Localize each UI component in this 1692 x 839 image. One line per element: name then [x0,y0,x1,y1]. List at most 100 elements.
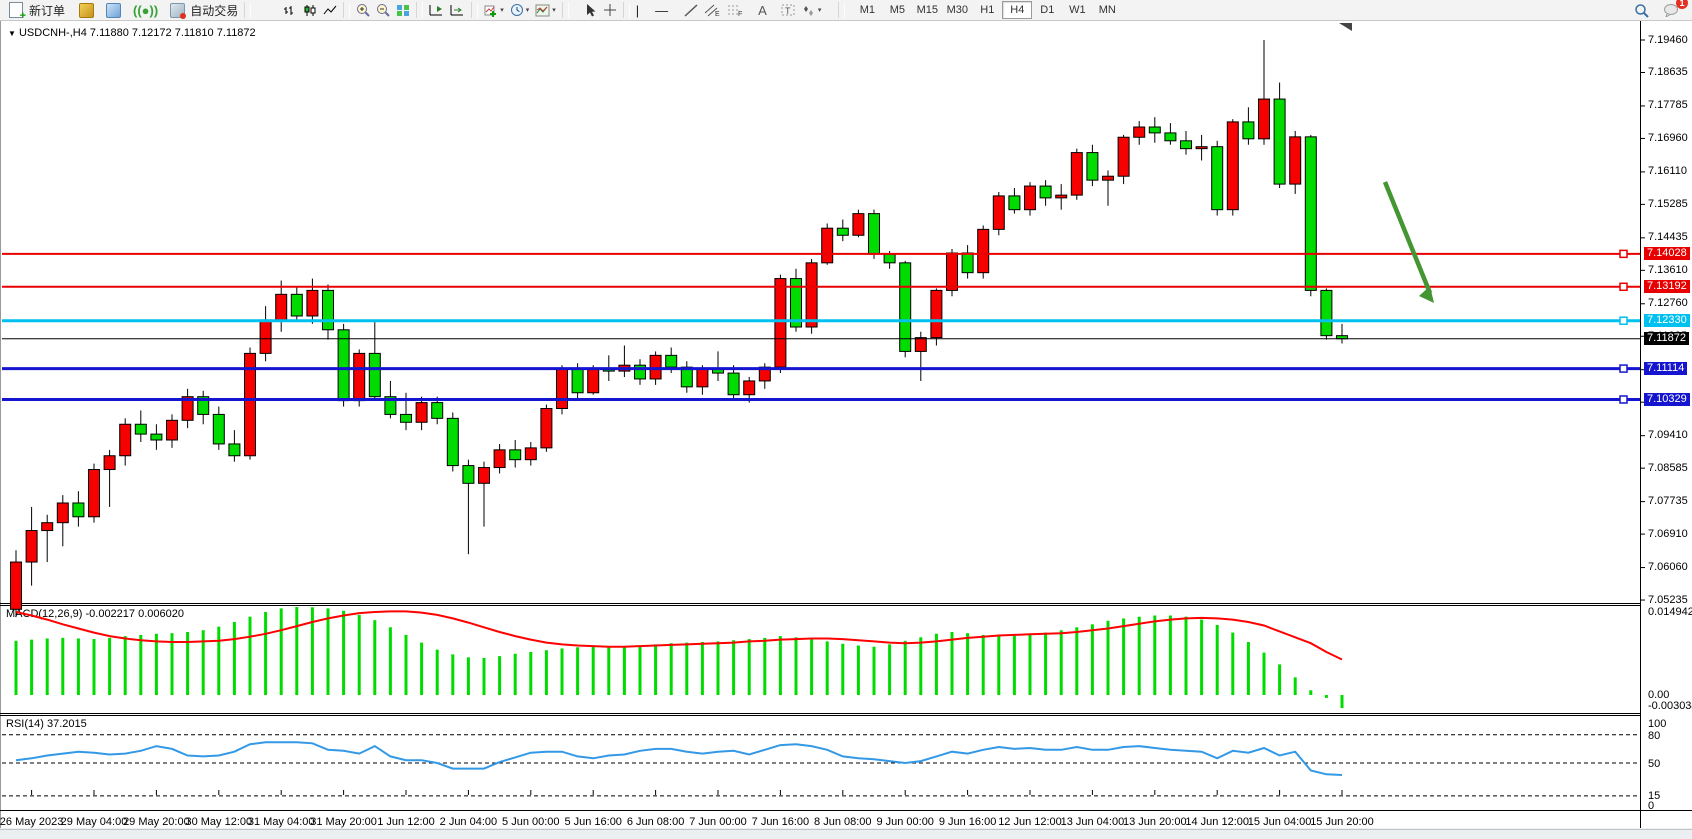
candle-body [401,414,412,422]
price-level-badge[interactable]: 7.12330 [1644,314,1690,327]
price-level-badge[interactable]: 7.11114 [1644,362,1687,375]
gold-logo-button[interactable] [76,1,97,19]
time-axis-label: 7 Jun 00:00 [689,816,747,828]
macd-histogram-bar [1153,615,1156,695]
zoom-in-button[interactable] [353,1,373,19]
candle-body [915,338,926,352]
level-drag-marker[interactable] [1620,250,1627,257]
timeframe-button-m5[interactable]: M5 [882,1,912,19]
chart-shift-marker[interactable] [1339,23,1352,31]
templates-icon [535,4,550,17]
zoom-out-icon [376,3,390,17]
price-axis-tick: 7.09410 [1648,429,1688,441]
macd-histogram-bar [561,648,564,695]
candle-body [869,214,880,255]
autotrading-button[interactable]: 自动交易 [167,1,241,19]
chart-shift-button[interactable] [447,1,468,19]
new-order-button[interactable]: + 新订单 [6,1,68,19]
timeframe-button-m15[interactable]: M15 [912,1,942,19]
candle-body [1118,137,1129,176]
signals-button[interactable]: ((●)) [130,1,161,19]
timeframe-button-d1[interactable]: D1 [1032,1,1062,19]
macd-histogram-bar [1341,695,1344,708]
notifications-button[interactable]: 1 [1660,1,1682,19]
time-axis-label: 26 May 2023 [0,816,63,828]
candle-body [1243,122,1254,139]
autotrading-icon [170,3,185,18]
shapes-icon [802,4,816,17]
timeframe-button-w1[interactable]: W1 [1062,1,1092,19]
time-axis-label: 9 Jun 16:00 [939,816,997,828]
signals-icon: ((●)) [133,4,158,17]
macd-histogram-bar [1309,690,1312,695]
price-axis-tick: 7.12760 [1648,297,1688,309]
candle-body [931,290,942,337]
level-drag-marker[interactable] [1620,365,1627,372]
candlestick-mode-button[interactable] [300,1,320,19]
candle-body [728,373,739,395]
text-tool-button[interactable]: A [755,1,770,19]
time-axis-label: 7 Jun 16:00 [752,816,810,828]
level-drag-marker[interactable] [1620,396,1627,403]
terminal-button[interactable] [103,1,124,19]
fibonacci-tool-button[interactable]: F [724,1,747,19]
macd-histogram-bar [15,641,18,695]
price-level-badge[interactable]: 7.10329 [1644,393,1690,406]
vertical-line-tool-button[interactable]: | [633,1,642,19]
crosshair-tool-button[interactable] [600,1,620,19]
price-level-badge[interactable]: 7.11872 [1644,332,1689,345]
macd-histogram-bar [1169,615,1172,695]
candle-body [666,355,677,367]
cursor-tool-button[interactable] [582,1,600,19]
timeframe-button-m1[interactable]: M1 [852,1,882,19]
indicators-button[interactable]: ▾ [481,1,507,19]
shapes-tool-button[interactable]: ▾ [799,1,825,19]
macd-histogram-bar [217,627,220,695]
timeframe-button-m30[interactable]: M30 [942,1,972,19]
chart-window: ▼ USDCNH-,H4 7.11880 7.12172 7.11810 7.1… [0,21,1692,828]
candle-body [697,369,708,387]
price-axis-tick: 7.13610 [1648,264,1688,276]
auto-scroll-button[interactable] [426,1,447,19]
text-icon: A [758,4,767,17]
trendline-tool-button[interactable] [681,1,701,19]
periods-button[interactable]: ▾ [507,1,533,19]
price-level-badge[interactable]: 7.14028 [1644,247,1690,260]
candle-body [1274,99,1285,184]
price-axis-tick: 7.16960 [1648,132,1688,144]
price-axis-tick: 7.18635 [1648,66,1688,78]
candle-body [89,470,100,517]
candle-body [354,353,365,400]
level-drag-marker[interactable] [1620,317,1627,324]
zoom-out-button[interactable] [373,1,393,19]
candle-body [11,562,22,609]
text-label-icon: T [781,3,796,17]
candle-body [416,403,427,423]
templates-button[interactable]: ▾ [532,1,559,19]
horizontal-line-tool-button[interactable]: — [652,1,671,19]
macd-histogram-bar [46,638,49,695]
channel-tool-button[interactable]: E [701,1,724,19]
price-level-badge[interactable]: 7.13192 [1644,280,1690,293]
macd-histogram-bar [670,643,673,695]
timeframe-button-mn[interactable]: MN [1092,1,1122,19]
trend-arrow-line[interactable] [1385,182,1430,293]
bar-chart-mode-button[interactable] [280,1,300,19]
level-drag-marker[interactable] [1620,283,1627,290]
notification-badge: 1 [1676,0,1688,9]
macd-histogram-bar [545,650,548,695]
time-axis-label: 15 Jun 20:00 [1310,816,1374,828]
tile-windows-button[interactable] [393,1,413,19]
macd-histogram-bar [607,647,610,695]
toolbar-separator [623,2,630,18]
candle-body [432,403,443,419]
line-chart-mode-button[interactable] [320,1,340,19]
macd-signal-line [16,611,1342,659]
macd-histogram-bar [857,646,860,695]
timeframe-button-h4[interactable]: H4 [1002,1,1032,19]
search-button[interactable] [1631,1,1652,19]
text-label-tool-button[interactable]: T [778,1,799,19]
macd-histogram-bar [311,607,314,695]
candle-body [1056,195,1067,198]
timeframe-button-h1[interactable]: H1 [972,1,1002,19]
